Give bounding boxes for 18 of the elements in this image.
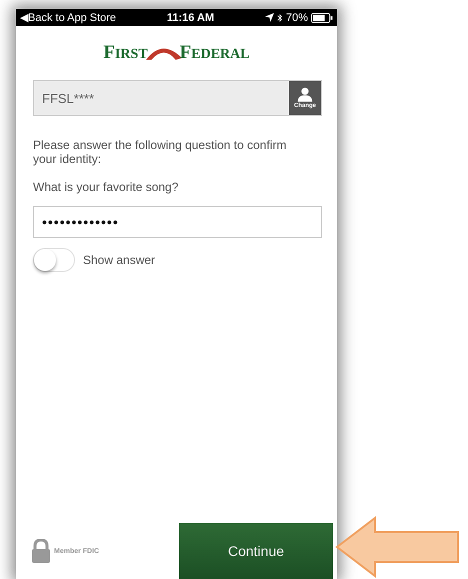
logo-arch-icon [146,48,182,60]
answer-field[interactable]: ••••••••••••• [33,206,322,238]
battery-percent: 70% [286,12,308,24]
clock-text: 11:16 AM [166,12,214,24]
instruction-text: Please answer the following question to confirm your identity: [33,138,288,166]
bluetooth-icon [276,12,283,22]
back-link[interactable]: ◀Back to App Store [20,11,116,24]
logo-text: FIRST [103,42,148,64]
logo-text: FEDERAL [180,42,250,64]
toggle-label: Show answer [83,253,156,267]
location-icon [264,13,274,22]
continue-button[interactable]: Continue [179,523,333,579]
question-label: What is your favorite song? [33,180,180,194]
arrow-icon [335,516,460,578]
battery-icon [310,12,333,22]
show-answer-toggle[interactable] [33,248,75,272]
person-icon [297,87,313,102]
lock-icon [31,539,51,563]
